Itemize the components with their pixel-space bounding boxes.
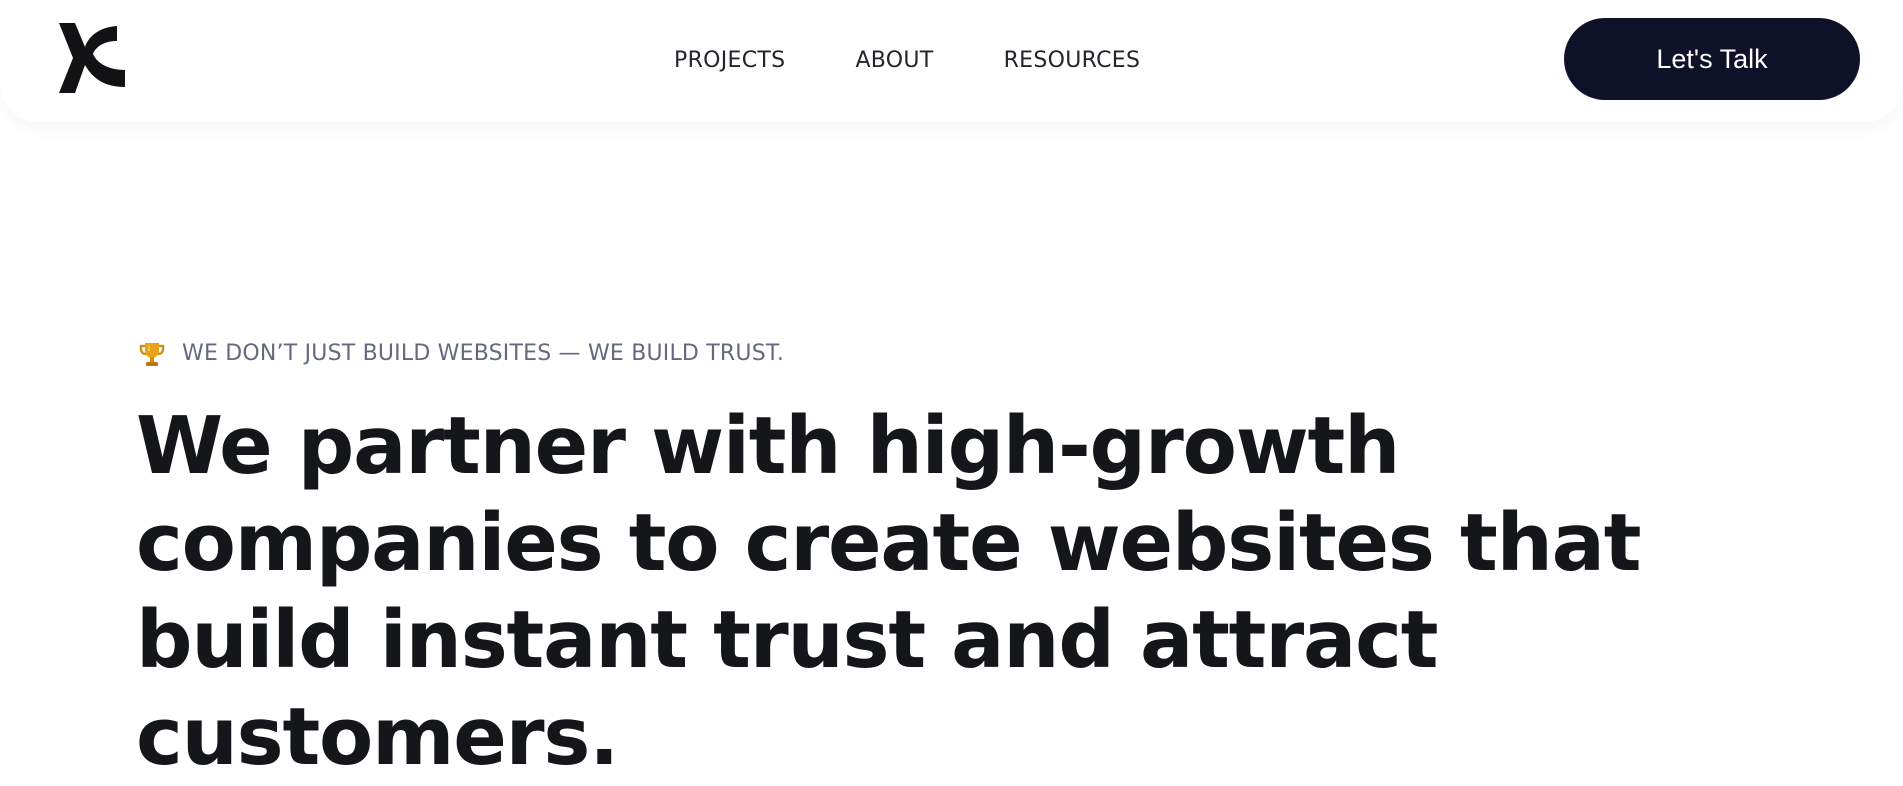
hero-title: We partner with high-growth companies to…	[136, 398, 1756, 786]
hero-title-line: We partner with high-growth	[136, 400, 1400, 492]
nav-link-resources[interactable]: RESOURCES	[1004, 47, 1141, 75]
trophy-icon	[139, 343, 165, 366]
nav-link-about[interactable]: ABOUT	[855, 47, 933, 75]
hero-title-line: customers.	[136, 691, 619, 783]
hero-eyebrow-text: WE DON’T JUST BUILD WEBSITES — WE BUILD …	[182, 341, 785, 366]
primary-navigation: PROJECTS ABOUT RESOURCES	[674, 47, 1140, 75]
nav-link-projects[interactable]: PROJECTS	[674, 47, 785, 75]
hero-eyebrow: WE DON’T JUST BUILD WEBSITES — WE BUILD …	[138, 339, 784, 369]
lets-talk-button[interactable]: Let's Talk	[1564, 18, 1860, 100]
x-brand-mark-icon[interactable]	[55, 23, 125, 93]
hero-title-line: companies to create websites that	[136, 497, 1642, 589]
site-header: PROJECTS ABOUT RESOURCES Let's Talk	[0, 0, 1903, 122]
hero-title-line: build instant trust and attract	[136, 594, 1438, 686]
